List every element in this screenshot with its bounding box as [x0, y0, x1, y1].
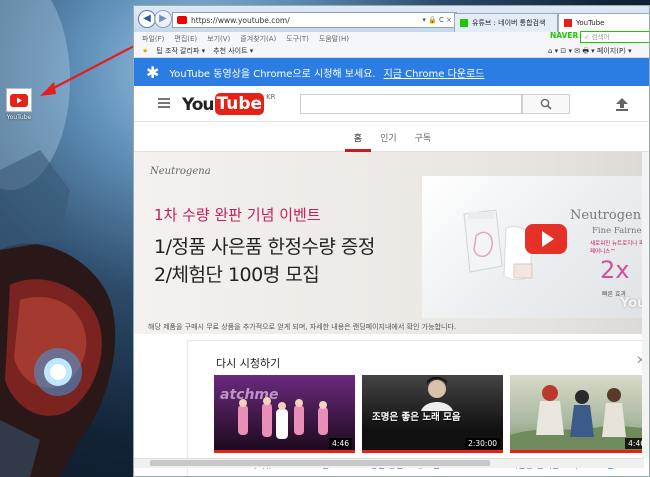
tab-label: YouTube [576, 19, 605, 27]
back-arrow-icon: ◀ [143, 13, 151, 24]
ad-brand-logo: Neutrogena [150, 166, 211, 177]
ad-footnote: 해당 제품을 구매시 무료 상품을 추가적으로 얻게 되며, 자세한 내용은 랜… [148, 323, 457, 331]
upload-icon[interactable] [614, 96, 630, 112]
advertisement-banner[interactable]: Neutrogena 1차 수량 완판 기념 이벤트 1/정품 사은품 한정수량… [134, 152, 650, 334]
command-bar-tools[interactable]: ⌂ ▾ ⊡ ▾ ✉ 🖶 ▾ 페이지(P) ▾ [548, 46, 632, 58]
naver-favicon-icon [460, 19, 468, 27]
menu-edit[interactable]: 편집(E) [174, 34, 197, 44]
video-2x: 2x [600, 256, 630, 284]
forward-arrow-icon: ▶ [159, 13, 167, 24]
search-icon [540, 98, 552, 110]
forward-button[interactable]: ▶ [154, 10, 172, 28]
tab-youtube[interactable]: YouTube [558, 13, 649, 32]
youtube-favicon-icon [564, 19, 572, 27]
tab-naver-search[interactable]: 유튜브 : 네이버 통합검색 [454, 13, 558, 32]
video-duration: 2:30:00 [465, 438, 500, 449]
video-duration: 4:46 [329, 438, 352, 449]
favorites-star-icon: ★ [142, 47, 149, 55]
video-brand: Neutrogen [570, 208, 642, 223]
performers-image [238, 397, 328, 439]
address-bar[interactable]: https://www.youtube.com/ ▾ 🔒 C × [172, 12, 457, 28]
thumbnail-caption: 조명은 좋은 노래 모음 [372, 412, 461, 423]
logo-region: KR [266, 93, 276, 101]
tab-label: 유튜브 : 네이버 통합검색 [472, 19, 546, 27]
singer-image [421, 377, 453, 411]
ad-video-player[interactable]: Neutrogen Fine Fairness 새로워진 뉴트로지나 파인 페어… [422, 176, 650, 318]
section-title: 다시 시청하기 [216, 357, 281, 370]
search-button[interactable] [522, 94, 570, 114]
vertical-scrollbar[interactable] [642, 152, 649, 458]
hamburger-menu-icon[interactable] [158, 98, 170, 108]
asterisk-icon: ✱ [146, 62, 160, 82]
video-subtitle: 새로워진 뉴트로지나 파인 페어니스™ [590, 241, 650, 255]
chrome-promo-banner: ✱ YouTube 동영상을 Chrome으로 시청해 보세요. 지금 Chro… [134, 58, 649, 86]
horizontal-scroll-thumb[interactable] [150, 460, 490, 466]
watched-progress-bar [510, 450, 649, 453]
favorites-item[interactable]: 팁 조작 갈리파 ▾ [156, 46, 205, 56]
search-input[interactable] [300, 94, 522, 114]
menu-tools[interactable]: 도구(T) [286, 34, 309, 44]
address-controls[interactable]: ▾ 🔒 C × [422, 16, 452, 24]
address-url: https://www.youtube.com/ [191, 15, 290, 25]
ad-line-1: 1/정품 사은품 한정수량 증정 [154, 236, 375, 258]
youtube-nav-tabs: 홈 인기 구독 [134, 122, 649, 152]
favorites-item[interactable]: 추천 사이트 ▾ [213, 46, 253, 56]
menu-file[interactable]: 파일(F) [142, 34, 164, 44]
banner-text: YouTube 동영상을 Chrome으로 시청해 보세요. [169, 68, 376, 80]
ad-line-2: 2/체험단 100명 모집 [154, 264, 320, 286]
naver-search-input[interactable]: ✓ 검색어 [580, 31, 649, 43]
tab-subscriptions[interactable]: 구독 [406, 122, 441, 152]
naver-label: NAVER [550, 31, 579, 40]
play-button[interactable] [525, 224, 567, 254]
wallpaper-figure [0, 0, 116, 477]
logo-you: You [182, 95, 215, 115]
desktop-icon-label: YouTube [6, 114, 32, 121]
youtube-favicon-icon [177, 16, 187, 24]
video-thumbnail[interactable]: 조명은 좋은 노래 모음 2:30:00 [362, 375, 503, 453]
youtube-logo[interactable]: You Tube KR [182, 93, 276, 117]
watch-again-section: 다시 시청하기 ✕ atchme 4:46 151213 아이유 Chat-sh… [187, 340, 649, 476]
logo-tube: Tube [214, 93, 265, 115]
video-thumbnail[interactable]: atchme 4:46 [214, 375, 355, 453]
video-thumbnail[interactable]: 4:46 [510, 375, 649, 453]
tab-trending[interactable]: 인기 [371, 122, 406, 152]
browser-window: ◀ ▶ https://www.youtube.com/ ▾ 🔒 C × 유튜브… [133, 5, 650, 477]
menu-favorites[interactable]: 즐겨찾기(A) [240, 34, 276, 44]
youtube-header: You Tube KR [134, 86, 649, 122]
youtube-icon [6, 88, 32, 112]
menu-help[interactable]: 도움말(H) [319, 34, 349, 44]
desktop-youtube-shortcut[interactable]: YouTube [3, 88, 35, 126]
watched-progress-bar [362, 450, 503, 453]
product-image [463, 209, 533, 281]
menu-view[interactable]: 보기(V) [207, 34, 230, 44]
tab-home[interactable]: 홈 [344, 122, 372, 152]
watched-progress-bar [214, 450, 355, 453]
ad-headline: 1차 수량 완판 기념 이벤트 [154, 206, 321, 224]
chrome-download-link[interactable]: 지금 Chrome 다운로드 [384, 65, 485, 80]
